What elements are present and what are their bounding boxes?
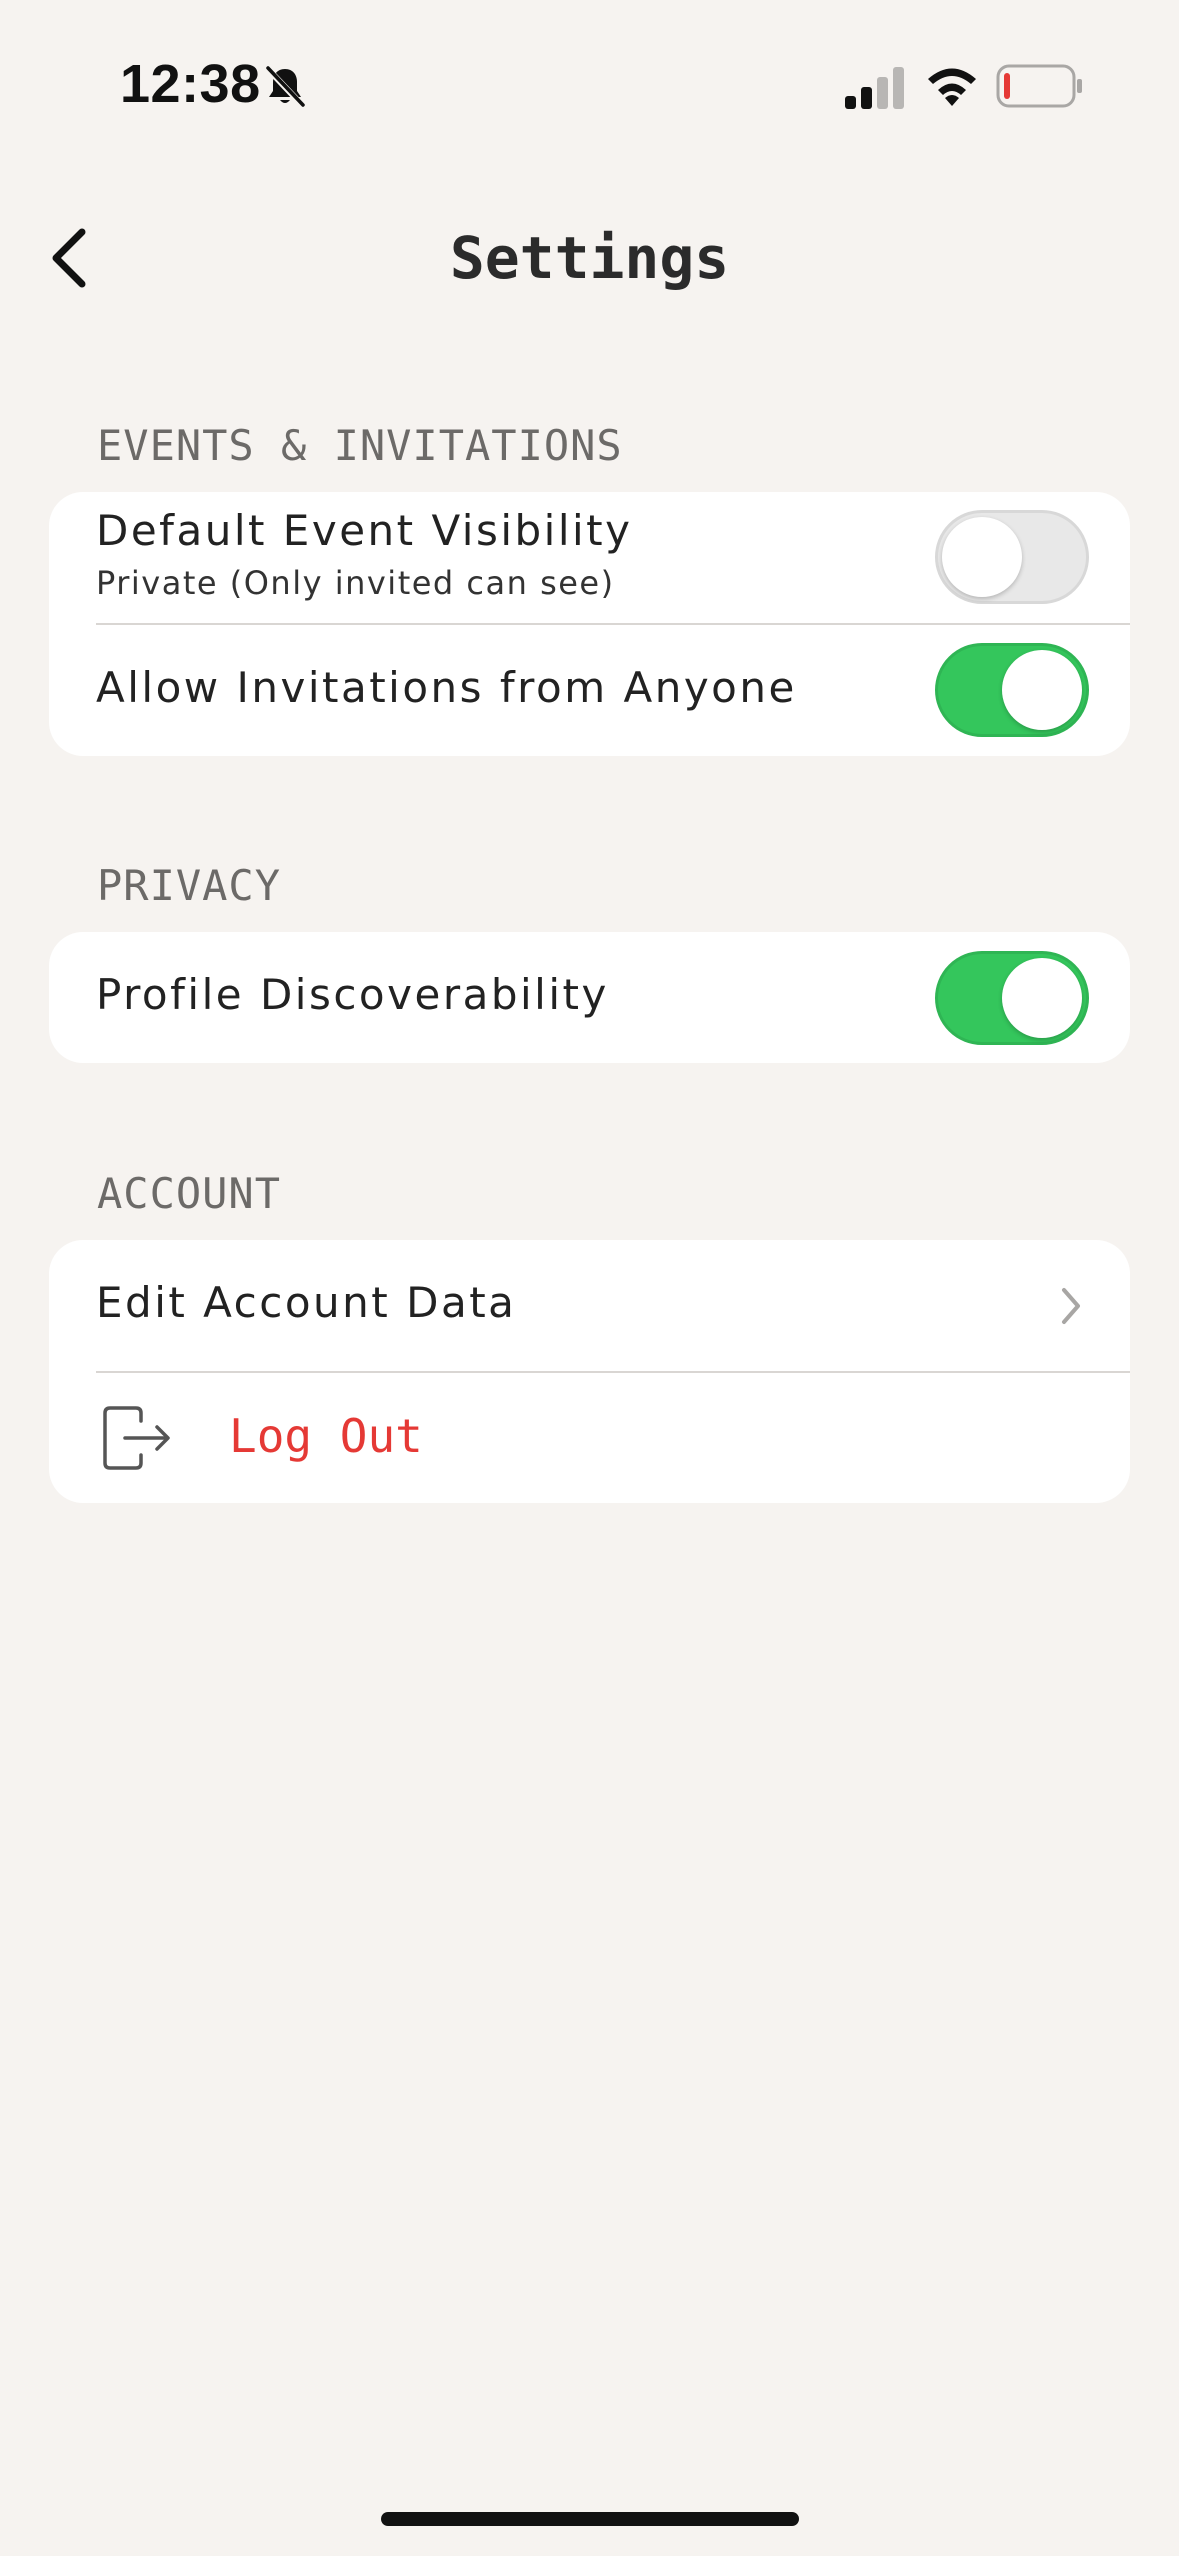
toggle-knob — [942, 517, 1022, 597]
default-visibility-sublabel: Private (Only invited can see) — [96, 564, 615, 602]
default-visibility-row: Default Event Visibility Private (Only i… — [49, 492, 1130, 623]
section-header-account: ACCOUNT — [97, 1169, 282, 1218]
events-card: Default Event Visibility Private (Only i… — [49, 492, 1130, 756]
toggle-knob — [1002, 650, 1082, 730]
account-card: Edit Account Data Log Out — [49, 1240, 1130, 1503]
log-out-label: Log Out — [229, 1409, 423, 1463]
section-header-privacy: PRIVACY — [97, 861, 282, 910]
edit-account-row[interactable]: Edit Account Data — [49, 1240, 1130, 1371]
toggle-knob — [1002, 958, 1082, 1038]
cellular-signal-icon — [845, 67, 904, 109]
allow-invitations-row: Allow Invitations from Anyone — [49, 625, 1130, 756]
default-visibility-label: Default Event Visibility — [96, 506, 633, 555]
default-visibility-toggle[interactable] — [935, 510, 1089, 604]
chevron-right-icon — [1062, 1288, 1080, 1324]
allow-invitations-toggle[interactable] — [935, 643, 1089, 737]
edit-account-label: Edit Account Data — [96, 1278, 517, 1327]
logout-icon — [103, 1406, 170, 1470]
profile-discoverability-label: Profile Discoverability — [96, 970, 609, 1019]
section-header-events: EVENTS & INVITATIONS — [97, 421, 623, 470]
bell-slash-icon — [264, 65, 306, 109]
home-indicator[interactable] — [381, 2512, 799, 2526]
status-time: 12:38 — [120, 54, 261, 114]
privacy-card: Profile Discoverability — [49, 932, 1130, 1063]
profile-discoverability-toggle[interactable] — [935, 951, 1089, 1045]
wifi-icon — [928, 68, 976, 106]
allow-invitations-label: Allow Invitations from Anyone — [96, 663, 797, 712]
battery-low-icon — [996, 64, 1082, 108]
log-out-row[interactable]: Log Out — [49, 1373, 1130, 1503]
profile-discoverability-row: Profile Discoverability — [49, 932, 1130, 1063]
page-title: Settings — [449, 224, 730, 292]
